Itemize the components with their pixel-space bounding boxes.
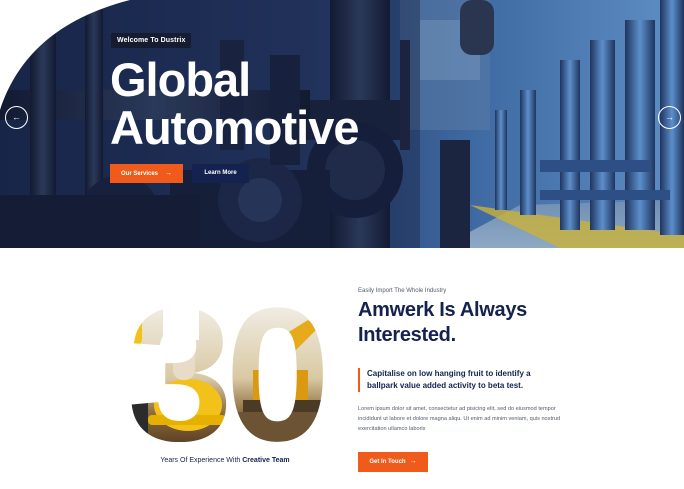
about-eyebrow: Easily Import The Whole Industry xyxy=(358,288,447,294)
learn-more-label: Learn More xyxy=(204,170,237,176)
slider-prev-button[interactable]: ← xyxy=(5,106,28,129)
get-in-touch-label: Get In Touch xyxy=(369,459,406,465)
experience-text: Years Of Experience With xyxy=(160,457,241,464)
slider-next-button[interactable]: → xyxy=(658,106,681,129)
welcome-badge: Welcome To Dustrix xyxy=(111,33,192,48)
our-services-label: Our Services xyxy=(120,171,159,177)
arrow-right-icon: → xyxy=(409,458,417,465)
years-experience-caption: Years Of Experience With Creative Team xyxy=(120,457,330,464)
hero-title-line-1: Global xyxy=(110,53,251,106)
arrow-left-icon: ← xyxy=(12,112,21,122)
hero-title: Global Automotive xyxy=(110,56,359,152)
our-services-button[interactable]: Our Services → xyxy=(110,164,183,183)
years-experience-graphic: 30 xyxy=(127,300,323,442)
hero-slider: Welcome To Dustrix Global Automotive Our… xyxy=(0,0,684,248)
about-title: Amwerk Is Always Interested. xyxy=(358,299,527,346)
about-quote: Capitalise on low hanging fruit to ident… xyxy=(358,368,558,392)
arrow-right-icon: → xyxy=(665,112,674,122)
learn-more-button[interactable]: Learn More xyxy=(192,164,249,183)
get-in-touch-button[interactable]: Get In Touch → xyxy=(358,452,428,472)
about-paragraph: Lorem ipsum dolor sit amet, consectetur … xyxy=(358,406,561,432)
hero-title-line-2: Automotive xyxy=(110,101,359,154)
arrow-right-icon: → xyxy=(165,170,173,177)
experience-strong-text: Creative Team xyxy=(242,457,290,464)
